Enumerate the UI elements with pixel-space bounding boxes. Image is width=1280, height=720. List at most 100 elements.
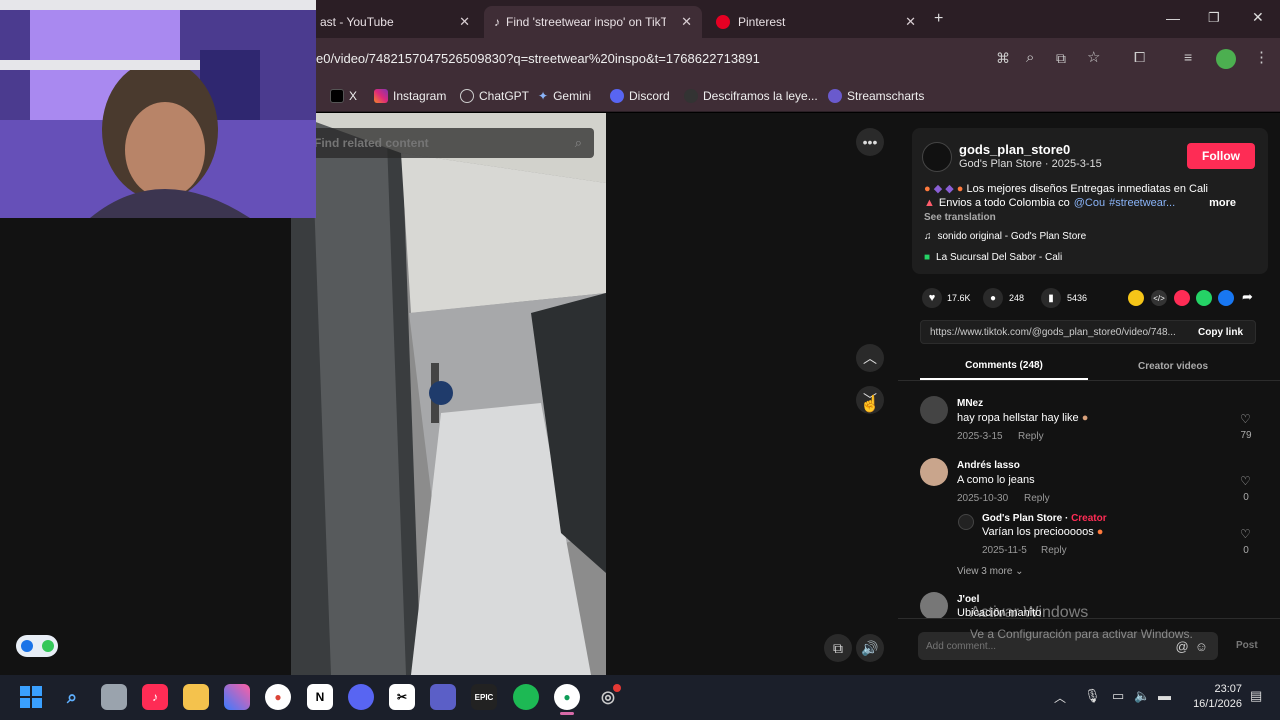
notion-icon[interactable]: N <box>307 684 333 710</box>
post-link[interactable]: https://www.tiktok.com/@gods_plan_store0… <box>930 327 1188 338</box>
task-view-icon[interactable] <box>101 684 127 710</box>
minimize-button[interactable]: — <box>1166 10 1180 26</box>
bookmark-instagram[interactable]: Instagram <box>374 86 446 106</box>
follow-button[interactable]: Follow <box>1187 143 1255 169</box>
close-icon[interactable]: ✕ <box>459 14 470 30</box>
view-more-replies[interactable]: View 3 more ⌄ <box>957 566 1024 577</box>
window-close-button[interactable]: ✕ <box>1252 9 1264 26</box>
comment-input[interactable] <box>918 640 1148 652</box>
avatar[interactable] <box>920 592 948 620</box>
close-icon[interactable]: ✕ <box>905 14 916 30</box>
bookmark-icon[interactable]: ▮ <box>1041 288 1061 308</box>
teams-icon[interactable] <box>430 684 456 710</box>
bookmark-x[interactable]: X <box>330 86 357 106</box>
translate-icon[interactable]: ⌘ <box>996 50 1010 67</box>
reply-button[interactable]: Reply <box>1024 493 1050 504</box>
heart-icon[interactable]: ♡ <box>1240 412 1251 426</box>
avatar[interactable] <box>958 514 974 530</box>
tab-label: Pinterest <box>738 15 786 29</box>
more-button[interactable]: more <box>1209 197 1236 209</box>
chrome-icon[interactable]: ● <box>265 684 291 710</box>
notifications-icon[interactable]: ▤ <box>1250 688 1262 704</box>
tiktok-app-icon[interactable]: ♪ <box>142 684 168 710</box>
comment-icon[interactable]: ● <box>983 288 1003 308</box>
bookmark-discord[interactable]: Discord <box>610 86 670 106</box>
music-note-icon: ♫ <box>924 231 932 242</box>
floating-widget[interactable] <box>16 635 58 657</box>
star-icon[interactable]: ☆ <box>1087 48 1100 66</box>
bookmark-desciframos[interactable]: Desciframos la leye... <box>684 86 818 106</box>
spotify-icon[interactable] <box>513 684 539 710</box>
tab-tiktok[interactable]: ♪ Find 'streetwear inspo' on TikTo ✕ <box>484 6 702 38</box>
notification-dot <box>613 684 621 692</box>
tab-creator-videos[interactable]: Creator videos <box>1090 361 1256 372</box>
comment-user[interactable]: Andrés lasso <box>957 460 1020 471</box>
discord-icon[interactable] <box>348 684 374 710</box>
bookmark-streamscharts[interactable]: Streamscharts <box>828 86 924 106</box>
copy-link-button[interactable]: Copy link <box>1198 327 1243 338</box>
mention-link[interactable]: @Cou <box>1074 197 1105 209</box>
copilot-icon[interactable] <box>224 684 250 710</box>
chrome-active-icon[interactable]: ● <box>554 684 580 710</box>
maximize-button[interactable]: ❐ <box>1208 10 1220 26</box>
post-button[interactable]: Post <box>1236 640 1258 651</box>
comment-user[interactable]: MNez <box>957 398 983 409</box>
avatar[interactable] <box>922 142 952 172</box>
whatsapp-icon[interactable] <box>1196 290 1212 306</box>
profile-avatar[interactable] <box>1216 49 1236 69</box>
clock-time[interactable]: 23:07 <box>1186 683 1242 695</box>
facebook-icon[interactable] <box>1218 290 1234 306</box>
sound-link[interactable]: ♫ sonido original - God's Plan Store <box>924 231 1086 242</box>
chevron-up-icon[interactable]: ︿ <box>856 344 884 372</box>
bookmark-gemini[interactable]: ✦ Gemini <box>538 86 591 106</box>
heart-icon[interactable]: ♡ <box>1240 474 1251 488</box>
share-icon[interactable]: ➦ <box>1242 289 1253 305</box>
location-link[interactable]: ■ La Sucursal Del Sabor - Cali <box>924 252 1062 263</box>
avatar[interactable] <box>920 396 948 424</box>
new-tab-button[interactable]: + <box>934 10 943 28</box>
chevron-up-icon[interactable]: ︿ <box>1054 689 1066 706</box>
epic-games-icon[interactable]: EPIC <box>471 684 497 710</box>
username[interactable]: gods_plan_store0 <box>959 142 1070 157</box>
reply-button[interactable]: Reply <box>1041 545 1067 556</box>
battery-icon[interactable]: ▬ <box>1158 688 1171 703</box>
search-input[interactable] <box>300 136 550 150</box>
heart-icon[interactable]: ♡ <box>1240 527 1251 541</box>
hashtag-link[interactable]: #streetwear... <box>1109 197 1175 209</box>
menu-icon[interactable]: ⋮ <box>1254 48 1269 66</box>
more-options-icon[interactable]: ••• <box>856 128 884 156</box>
close-icon[interactable]: ✕ <box>681 14 692 30</box>
bookmark-chatgpt[interactable]: ChatGPT <box>460 86 529 106</box>
tab-pinterest[interactable]: Pinterest ✕ <box>706 6 926 38</box>
pip-icon[interactable]: ⧉ <box>824 634 852 662</box>
heart-icon[interactable]: ♥ <box>922 288 942 308</box>
reply-button[interactable]: Reply <box>1018 431 1044 442</box>
clock-date[interactable]: 16/1/2026 <box>1186 698 1242 710</box>
volume-icon[interactable]: 🔊 <box>856 634 884 662</box>
file-explorer-icon[interactable] <box>183 684 209 710</box>
windows-start-icon[interactable] <box>18 684 44 710</box>
x-icon <box>330 89 344 103</box>
url-field[interactable]: e0/video/7482157047526509830?q=streetwea… <box>316 51 760 66</box>
zoom-icon[interactable]: ⌕ <box>1026 49 1034 66</box>
emoji-icon[interactable]: ☺ <box>1195 639 1208 654</box>
reply-user[interactable]: God's Plan Store · Creator <box>982 513 1107 524</box>
extensions-icon[interactable]: ⧠ <box>1134 49 1145 66</box>
network-icon[interactable]: ▭ <box>1112 688 1124 704</box>
capcut-icon[interactable]: ✂ <box>389 684 415 710</box>
tab-youtube[interactable]: ast - YouTube ✕ <box>310 6 480 38</box>
volume-icon[interactable]: 🔈 <box>1134 688 1150 704</box>
see-translation-link[interactable]: See translation <box>924 212 996 223</box>
embed-icon[interactable]: </> <box>1151 290 1167 306</box>
send-icon[interactable] <box>1174 290 1190 306</box>
microphone-icon[interactable]: 🎙 <box>1084 688 1101 704</box>
avatar[interactable] <box>920 458 948 486</box>
tab-comments[interactable]: Comments (248) <box>920 360 1088 371</box>
media-icon[interactable]: ≡ <box>1184 49 1192 65</box>
install-icon[interactable]: ⧉ <box>1056 50 1066 67</box>
search-bar[interactable]: ⌕ <box>300 128 594 158</box>
video-player[interactable] <box>291 113 606 675</box>
search-icon[interactable]: ⌕ <box>575 135 582 151</box>
search-icon[interactable]: ⌕ <box>59 684 85 710</box>
coin-icon[interactable] <box>1128 290 1144 306</box>
